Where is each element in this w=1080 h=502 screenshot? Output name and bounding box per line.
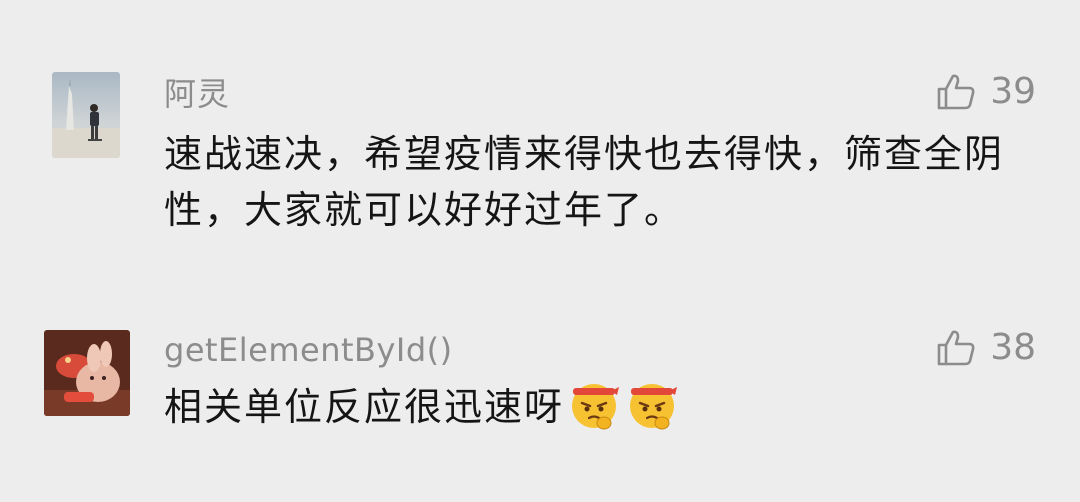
thumbs-up-icon — [936, 72, 976, 112]
like-count: 38 — [990, 327, 1036, 368]
comment-text-line: 相关单位反应很迅速呀 — [164, 376, 1034, 437]
comment-text: 速战速决，希望疫情来得快也去得快，筛查全阴性，大家就可以好好过年了。 — [164, 132, 1005, 232]
like-count: 39 — [990, 71, 1036, 112]
comment-author[interactable]: 阿灵 — [164, 74, 230, 114]
thumbs-up-icon — [936, 328, 976, 368]
avatar[interactable] — [52, 72, 120, 158]
determined-emoji-icon — [566, 376, 622, 432]
like-button[interactable]: 39 — [936, 72, 1036, 112]
like-button[interactable]: 38 — [936, 328, 1036, 368]
comment-list: 阿灵 39 速战速决，希望疫情来得快也去得快，筛查全阴性，大家就可以好好过年了。 — [0, 0, 1080, 502]
determined-emoji-icon — [624, 376, 680, 432]
comment-author[interactable]: getElementById() — [164, 330, 453, 370]
avatar[interactable] — [44, 330, 130, 416]
comment-text: 相关单位反应很迅速呀 — [164, 385, 565, 429]
